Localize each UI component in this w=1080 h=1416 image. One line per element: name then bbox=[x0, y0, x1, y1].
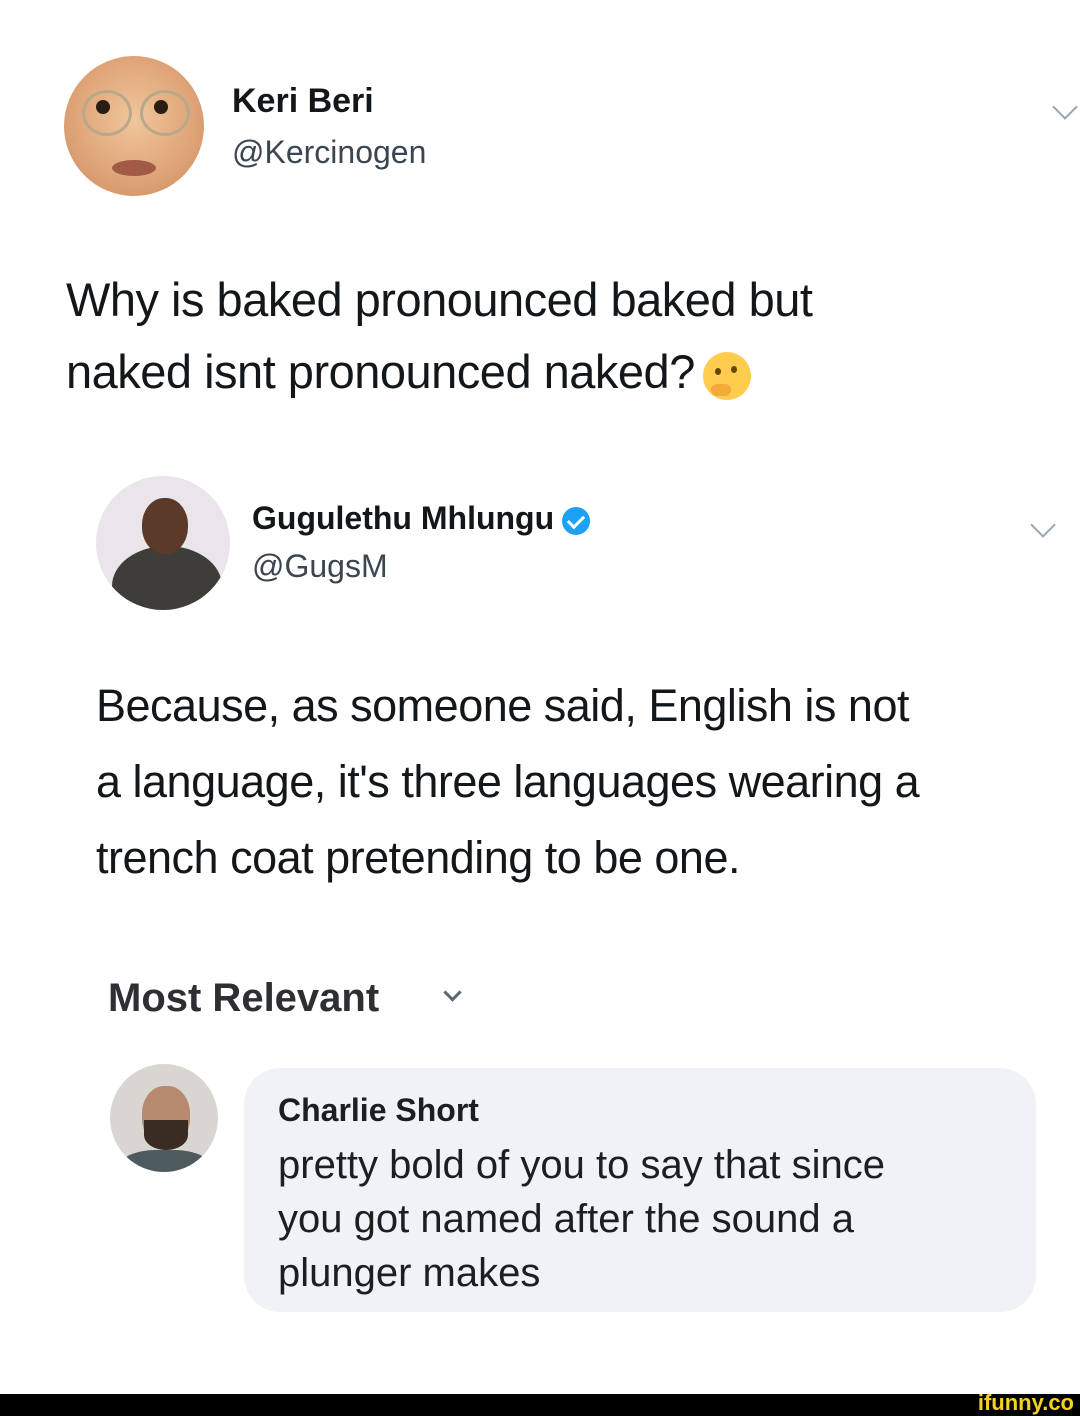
avatar-gugulethu[interactable] bbox=[96, 476, 230, 610]
tweet-text-line: naked isnt pronounced naked? bbox=[66, 336, 1056, 408]
chevron-down-icon[interactable] bbox=[1052, 94, 1078, 120]
footer-bar bbox=[0, 1394, 1080, 1416]
comment-text-line: plunger makes bbox=[278, 1251, 541, 1295]
mouth bbox=[112, 160, 156, 176]
tweet-text: Why is baked pronounced baked but naked … bbox=[66, 264, 1056, 408]
comment-text-line: pretty bold of you to say that since bbox=[278, 1143, 886, 1187]
tweet-text-line: Because, as someone said, English is not bbox=[96, 680, 909, 731]
watermark-logo: ifunny.co bbox=[977, 1390, 1074, 1415]
comment-text: pretty bold of you to say that since you… bbox=[278, 1138, 1018, 1300]
avatar-body bbox=[112, 546, 222, 610]
tweet-text-line: a language, it's three languages wearing… bbox=[96, 756, 920, 807]
avatar-shirt bbox=[120, 1150, 210, 1172]
tweet-text-line: Why is baked pronounced baked but bbox=[66, 273, 813, 326]
avatar-beard bbox=[144, 1120, 188, 1150]
eye-left bbox=[96, 100, 110, 114]
glasses-right bbox=[140, 90, 190, 136]
tweet-text-line-content: naked isnt pronounced naked? bbox=[66, 345, 695, 398]
avatar-head bbox=[142, 498, 188, 554]
author-handle[interactable]: @GugsM bbox=[252, 548, 388, 585]
comment-text-line: you got named after the sound a bbox=[278, 1197, 854, 1241]
author-name[interactable]: Keri Beri bbox=[232, 82, 374, 121]
tweet-text-line: trench coat pretending to be one. bbox=[96, 832, 740, 883]
eye-right bbox=[154, 100, 168, 114]
chevron-down-icon[interactable] bbox=[443, 983, 462, 1002]
comment-sort-label[interactable]: Most Relevant bbox=[108, 976, 379, 1021]
glasses-left bbox=[82, 90, 132, 136]
tweet-text: Because, as someone said, English is not… bbox=[96, 668, 1066, 896]
author-handle[interactable]: @Kercinogen bbox=[232, 134, 426, 171]
author-name[interactable]: Gugulethu Mhlungu bbox=[252, 500, 554, 536]
comment-author-name[interactable]: Charlie Short bbox=[278, 1092, 479, 1129]
avatar-charlie-short[interactable] bbox=[110, 1064, 218, 1172]
chevron-down-icon[interactable] bbox=[1030, 512, 1056, 538]
verified-badge-icon bbox=[562, 506, 591, 535]
thinking-face-icon bbox=[702, 351, 751, 400]
author-name-line: Gugulethu Mhlungu bbox=[252, 500, 591, 537]
avatar-keri-beri[interactable] bbox=[64, 56, 204, 196]
